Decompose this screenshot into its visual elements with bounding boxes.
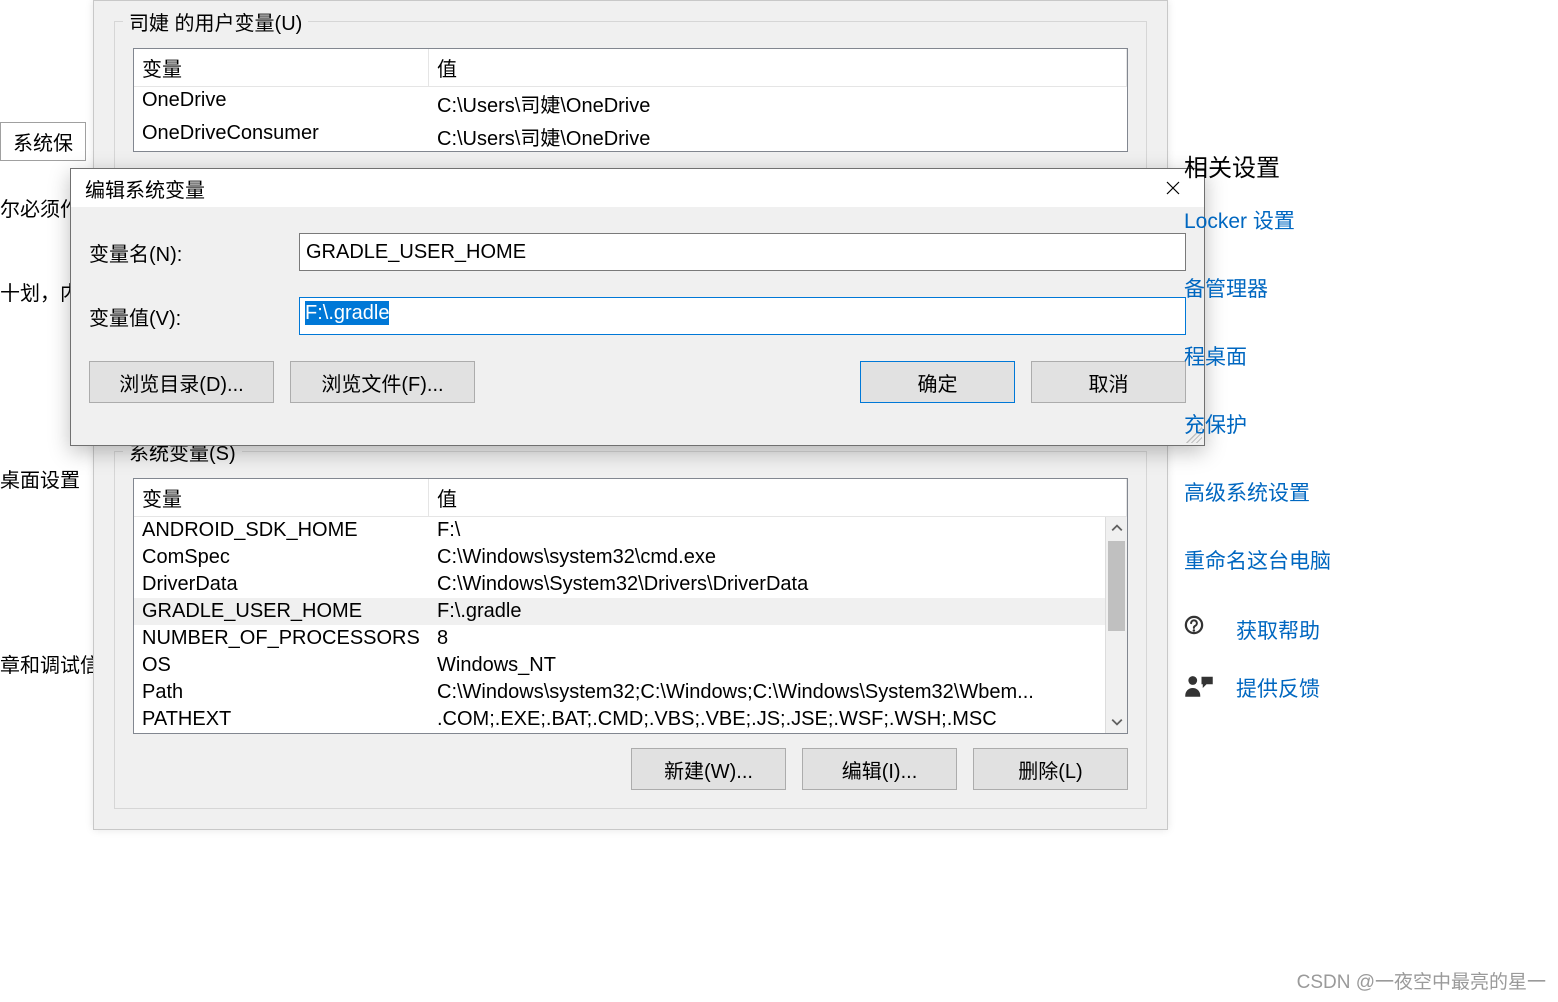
user-variables-group: 司婕 的用户变量(U) 变量 值 OneDrive C:\Users\司婕\On…	[114, 21, 1147, 171]
vertical-scrollbar[interactable]	[1105, 517, 1127, 733]
edit-dialog-button-row: 浏览目录(D)... 浏览文件(F)... 确定 取消	[89, 361, 1186, 403]
system-variables-table[interactable]: 变量 值 ANDROID_SDK_HOMEF:\ComSpecC:\Window…	[133, 478, 1128, 734]
variable-value-label: 变量值(V):	[89, 302, 299, 331]
table-row[interactable]: PATHEXT.COM;.EXE;.BAT;.CMD;.VBS;.VBE;.JS…	[134, 706, 1105, 733]
table-row[interactable]: NUMBER_OF_PROCESSORS8	[134, 625, 1105, 652]
delete-button[interactable]: 删除(L)	[973, 748, 1128, 790]
variable-value-row: 变量值(V): F:\.gradle	[89, 297, 1186, 335]
table-row[interactable]: OneDriveConsumer C:\Users\司婕\OneDrive	[134, 120, 1127, 151]
related-settings-sidebar: 相关设置 Locker 设置 备管理器 程桌面 充保护 高级系统设置 重命名这台…	[1184, 148, 1544, 731]
col-var-header[interactable]: 变量	[134, 479, 429, 516]
table-header: 变量 值	[134, 479, 1127, 517]
col-val-header[interactable]: 值	[429, 479, 1127, 516]
user-variables-table[interactable]: 变量 值 OneDrive C:\Users\司婕\OneDrive OneDr…	[133, 48, 1128, 152]
scrollbar-up-arrow-icon[interactable]	[1106, 517, 1127, 539]
variable-value-input[interactable]: F:\.gradle	[299, 297, 1186, 335]
table-row[interactable]: ANDROID_SDK_HOMEF:\	[134, 517, 1105, 544]
table-row[interactable]: OSWindows_NT	[134, 652, 1105, 679]
new-button[interactable]: 新建(W)...	[631, 748, 786, 790]
bg-text-1: 尔必须作	[0, 193, 80, 222]
sidebar-heading: 相关设置	[1184, 148, 1544, 183]
background-tab: 系统保	[0, 122, 86, 161]
sidebar-link-remote-desktop[interactable]: 程桌面	[1184, 341, 1544, 371]
variable-name-input[interactable]	[299, 233, 1186, 271]
col-val-header[interactable]: 值	[429, 49, 1127, 86]
table-header: 变量 值	[134, 49, 1127, 87]
browse-directory-button[interactable]: 浏览目录(D)...	[89, 361, 274, 403]
sidebar-link-advanced-settings[interactable]: 高级系统设置	[1184, 477, 1544, 507]
table-row[interactable]: PathC:\Windows\system32;C:\Windows;C:\Wi…	[134, 679, 1105, 706]
variable-name-label: 变量名(N):	[89, 238, 299, 267]
scrollbar-down-arrow-icon[interactable]	[1106, 711, 1127, 733]
sidebar-link-protection[interactable]: 充保护	[1184, 409, 1544, 439]
variable-value-text: F:\.gradle	[305, 301, 389, 325]
cancel-button[interactable]: 取消	[1031, 361, 1186, 403]
col-var-header[interactable]: 变量	[134, 49, 429, 86]
edit-system-variable-dialog: 编辑系统变量 变量名(N): 变量值(V): F:\.gradle 浏览目录(D…	[70, 168, 1205, 446]
dialog-title: 编辑系统变量	[85, 174, 205, 203]
table-row[interactable]: ComSpecC:\Windows\system32\cmd.exe	[134, 544, 1105, 571]
close-icon	[1166, 181, 1180, 195]
dialog-titlebar[interactable]: 编辑系统变量	[71, 169, 1204, 207]
variable-name-row: 变量名(N):	[89, 233, 1186, 271]
bg-text-4: 章和调试信	[0, 649, 100, 678]
sys-button-row: 新建(W)... 编辑(I)... 删除(L)	[133, 748, 1128, 790]
get-help-link[interactable]: 获取帮助	[1236, 615, 1320, 645]
scrollbar-thumb[interactable]	[1108, 541, 1125, 631]
sidebar-link-locker[interactable]: Locker 设置	[1184, 205, 1544, 235]
system-variables-group: 系统变量(S) 变量 值 ANDROID_SDK_HOMEF:\ComSpecC…	[114, 451, 1147, 809]
help-icon	[1184, 615, 1214, 645]
bg-text-3: 桌面设置	[0, 464, 80, 493]
table-row[interactable]: OneDrive C:\Users\司婕\OneDrive	[134, 87, 1127, 120]
table-row[interactable]: DriverDataC:\Windows\System32\Drivers\Dr…	[134, 571, 1105, 598]
table-row[interactable]: GRADLE_USER_HOMEF:\.gradle	[134, 598, 1105, 625]
sidebar-link-device-manager[interactable]: 备管理器	[1184, 273, 1544, 303]
watermark: CSDN @一夜空中最亮的星一	[1297, 967, 1546, 994]
ok-button[interactable]: 确定	[860, 361, 1015, 403]
bg-text-2: 十划，内	[0, 277, 80, 306]
feedback-icon	[1184, 673, 1214, 703]
feedback-link[interactable]: 提供反馈	[1236, 673, 1320, 703]
edit-button[interactable]: 编辑(I)...	[802, 748, 957, 790]
browse-file-button[interactable]: 浏览文件(F)...	[290, 361, 475, 403]
user-group-title: 司婕 的用户变量(U)	[123, 7, 308, 36]
sidebar-link-rename-pc[interactable]: 重命名这台电脑	[1184, 545, 1544, 575]
